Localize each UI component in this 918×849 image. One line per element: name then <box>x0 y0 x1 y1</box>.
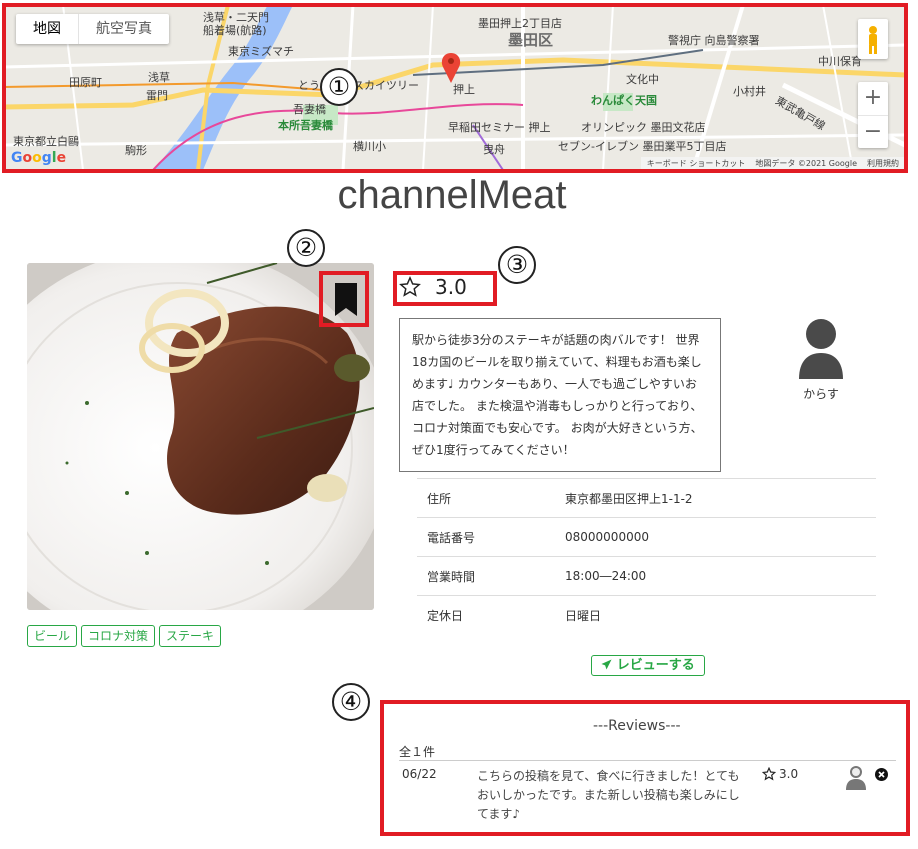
info-value: 08000000000 <box>555 517 876 557</box>
paper-plane-icon <box>601 659 612 670</box>
info-value: 東京都墨田区押上1-1-2 <box>555 478 876 518</box>
info-key: 定休日 <box>417 595 555 634</box>
write-review-button[interactable]: レビューする <box>591 655 705 676</box>
highlight-box-bookmark <box>319 271 369 327</box>
tag-covid-measures[interactable]: コロナ対策 <box>81 625 156 647</box>
poster-user[interactable]: からす <box>796 317 846 402</box>
info-row-address: 住所 東京都墨田区押上1-1-2 <box>417 478 876 518</box>
info-row-closed: 定休日 日曜日 <box>417 595 876 634</box>
callout-4: ④ <box>332 683 370 721</box>
callout-1: ① <box>320 68 358 106</box>
highlight-box-rating <box>393 271 497 306</box>
info-key: 営業時間 <box>417 556 555 596</box>
info-row-phone: 電話番号 08000000000 <box>417 517 876 557</box>
tag-steak[interactable]: ステーキ <box>159 625 222 647</box>
highlight-box-map <box>2 3 908 173</box>
info-key: 住所 <box>417 478 555 518</box>
shop-info-table: 住所 東京都墨田区押上1-1-2 電話番号 08000000000 営業時間 1… <box>417 478 876 634</box>
callout-2: ② <box>287 229 325 267</box>
poster-name: からす <box>803 387 839 401</box>
info-row-hours: 営業時間 18:00―24:00 <box>417 556 876 596</box>
write-review-label: レビューする <box>616 658 695 673</box>
shop-description: 駅から徒歩3分のステーキが話題の肉バルです！ 世界18カ国のビールを取り揃えてい… <box>399 318 721 472</box>
info-value: 18:00―24:00 <box>555 556 876 596</box>
tag-beer[interactable]: ビール <box>27 625 78 647</box>
user-avatar-icon <box>799 319 843 379</box>
tag-list: ビール コロナ対策 ステーキ <box>27 625 222 647</box>
callout-3: ③ <box>498 246 536 284</box>
highlight-box-reviews <box>380 700 910 836</box>
info-key: 電話番号 <box>417 517 555 557</box>
shop-title: channelMeat <box>337 173 567 217</box>
info-value: 日曜日 <box>555 595 876 634</box>
